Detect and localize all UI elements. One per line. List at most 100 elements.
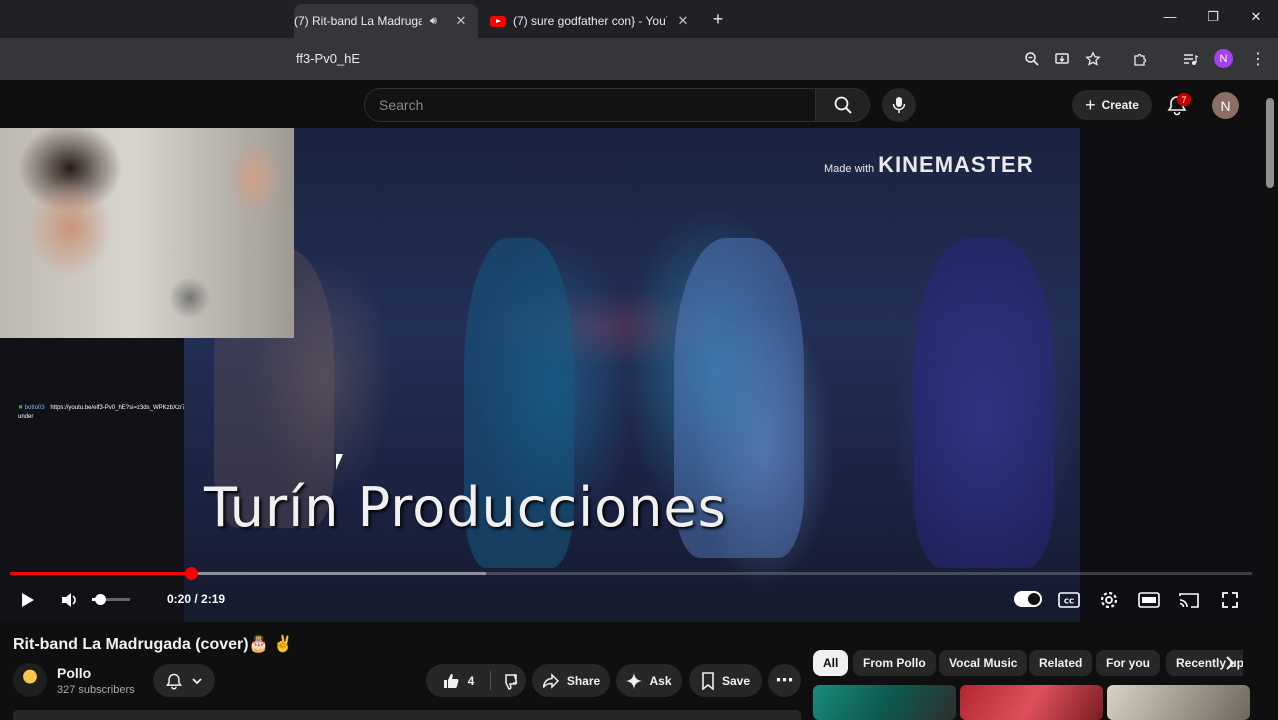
speaker-icon[interactable]: 🔊︎ [430, 15, 437, 28]
ask-button[interactable]: Ask [616, 664, 682, 697]
share-button[interactable]: Share [532, 664, 610, 697]
chip-related[interactable]: Related [1029, 650, 1093, 676]
chip-vocal-music[interactable]: Vocal Music [939, 650, 1028, 676]
svg-text:CC: CC [1064, 598, 1074, 606]
ask-label: Ask [649, 673, 672, 688]
progress-bar[interactable] [10, 567, 1252, 580]
mouse-cursor-icon [336, 454, 343, 470]
install-app-icon[interactable] [1052, 49, 1072, 69]
subscribed-notifications-button[interactable] [153, 664, 215, 697]
video-player[interactable]: ✖ botto03 https://youtu.be/elf3-Pv0_hE?s… [0, 128, 1262, 622]
youtube-header: + Create 7 N [0, 80, 1278, 128]
channel-avatar[interactable] [13, 663, 47, 697]
theater-icon [1138, 592, 1160, 608]
subtitles-button[interactable]: CC [1057, 588, 1081, 612]
video-title: Rit-band La Madrugada (cover)🎂 ✌️ [13, 636, 293, 653]
search-input[interactable] [365, 89, 815, 121]
close-window-icon[interactable]: ✕ [1246, 9, 1266, 25]
create-button[interactable]: + Create [1072, 90, 1152, 120]
tab-title: (7) sure godfather con} - YouTube [513, 14, 667, 28]
description-box[interactable] [13, 710, 801, 720]
gear-icon [1100, 591, 1118, 609]
webcam-overlay [0, 128, 294, 338]
restore-icon[interactable]: ❐ [1203, 9, 1223, 25]
volume-knob[interactable] [94, 594, 106, 605]
close-tab-icon[interactable]: ✕ [452, 13, 470, 29]
chip-from-pollo[interactable]: From Pollo [853, 650, 936, 676]
chip-all[interactable]: All [813, 650, 849, 676]
account-avatar[interactable]: N [1212, 92, 1239, 119]
more-actions-button[interactable]: ⋯ [768, 664, 801, 697]
address-bar: ff3-Pv0_hE ⋮ [0, 38, 1278, 80]
cast-icon [1179, 593, 1199, 608]
url-text[interactable]: ff3-Pv0_hE [296, 51, 360, 66]
save-button[interactable]: Save [689, 664, 762, 697]
menu-kebab-icon[interactable]: ⋮ [1248, 49, 1268, 69]
autoplay-toggle[interactable] [1014, 591, 1042, 607]
share-label: Share [566, 673, 601, 688]
dislike-button[interactable] [491, 664, 526, 697]
minimize-icon[interactable]: — [1160, 9, 1180, 24]
chat-badge-icon: ✖ [18, 405, 24, 411]
thumbs-up-icon [443, 673, 459, 688]
tab-rit-band[interactable]: (7) Rit-band La Madrugada 🔊︎ ✕ [294, 4, 478, 38]
chevron-right-icon [1226, 656, 1235, 670]
cast-button[interactable] [1177, 588, 1201, 612]
chips-next-button[interactable] [1220, 653, 1240, 673]
settings-button[interactable] [1097, 588, 1121, 612]
chat-username: botto03 [24, 405, 45, 411]
channel-name[interactable]: Pollo [57, 665, 91, 681]
bookmark-icon [702, 671, 714, 690]
notification-count-badge: 7 [1177, 93, 1191, 106]
search-icon [834, 96, 852, 114]
recommended-thumbnail[interactable] [813, 685, 956, 720]
recommendation-chips: All From Pollo Vocal Music Related For y… [813, 650, 1243, 676]
time-display: 0:20 / 2:19 [167, 592, 226, 606]
zoom-icon[interactable] [1022, 49, 1042, 69]
bell-icon [166, 673, 182, 689]
subscriber-count: 327 subscribers [57, 684, 135, 696]
save-label: Save [721, 673, 751, 688]
volume-icon [62, 593, 76, 607]
browser-profile-avatar[interactable]: N [1214, 49, 1233, 68]
play-button[interactable] [15, 588, 39, 612]
browser-tab-bar: (7) Rit-band La Madrugada 🔊︎ ✕ (7) sure … [0, 0, 1278, 38]
scrollbar-thumb[interactable] [1266, 98, 1274, 188]
theater-mode-button[interactable] [1137, 588, 1161, 612]
tab-godfather[interactable]: (7) sure godfather con} - YouTube ✕ [480, 4, 700, 38]
mute-button[interactable] [57, 588, 81, 612]
share-arrow-icon [542, 672, 559, 689]
like-button[interactable]: 4 [426, 664, 490, 697]
extensions-icon[interactable] [1130, 49, 1150, 69]
closed-captions-icon: CC [1058, 592, 1080, 608]
chip-for-you[interactable]: For you [1096, 650, 1160, 676]
like-dislike-group: 4 [426, 664, 526, 697]
close-tab-icon[interactable]: ✕ [674, 13, 692, 29]
screen: (7) Rit-band La Madrugada 🔊︎ ✕ (7) sure … [0, 0, 1278, 720]
bookmark-star-icon[interactable] [1083, 49, 1103, 69]
performer-figure [914, 238, 1054, 568]
tab-title: (7) Rit-band La Madrugada [294, 14, 422, 28]
new-tab-icon[interactable]: + [708, 9, 728, 30]
kinemaster-watermark: Made with KINEMASTER [824, 152, 1034, 177]
voice-search-button[interactable] [882, 88, 916, 122]
volume-slider[interactable] [92, 594, 130, 605]
video-frame[interactable]: Made with KINEMASTER Turín Producciones [184, 128, 1080, 622]
like-count: 4 [467, 673, 475, 688]
create-label: Create [1101, 98, 1139, 112]
media-control-icon[interactable] [1180, 49, 1200, 69]
recommended-thumbnail[interactable] [960, 685, 1103, 720]
thumbs-down-icon [504, 673, 517, 690]
fullscreen-icon [1222, 592, 1238, 608]
stream-chat-overlay [0, 338, 184, 622]
sparkle-icon [626, 672, 643, 689]
fullscreen-button[interactable] [1218, 588, 1242, 612]
page-scrollbar[interactable] [1262, 80, 1278, 720]
recommended-thumbnail[interactable] [1107, 685, 1250, 720]
search-button[interactable] [816, 88, 870, 122]
plus-icon: + [1085, 94, 1096, 115]
chevron-down-icon [192, 677, 202, 684]
more-horizontal-icon: ⋯ [775, 670, 794, 690]
progress-played [10, 572, 192, 575]
youtube-favicon-icon [490, 15, 506, 27]
